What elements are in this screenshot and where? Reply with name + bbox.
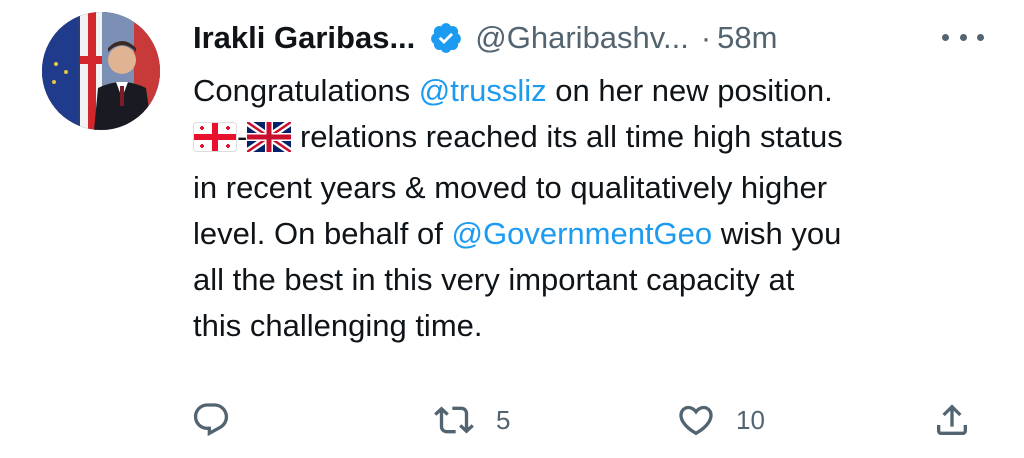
mention-governmentgeo[interactable]: @GovernmentGeo [452, 216, 713, 251]
more-options-icon[interactable] [942, 22, 984, 52]
tweet-actions: 5 10 [0, 395, 1024, 445]
tweet-line-5: all the best in this very important capa… [193, 262, 795, 297]
text-segment: - [237, 119, 248, 154]
mention-trussliz[interactable]: @trussliz [419, 73, 547, 108]
text-segment: on her new position. [546, 73, 833, 108]
tweet-header: Irakli Garibas... @Gharibashv... · 58m [193, 14, 777, 62]
tweet-line-2: - relations reached its all time high st… [193, 114, 993, 165]
separator-dot: · [700, 20, 712, 55]
tweet-timestamp[interactable]: 58m [717, 20, 777, 56]
reply-button[interactable] [191, 395, 231, 445]
reply-icon [193, 403, 229, 437]
author-handle[interactable]: @Gharibashv... [475, 20, 689, 56]
uk-flag-icon [245, 119, 294, 165]
tweet-line-4: level. On behalf of @GovernmentGeo wish … [193, 211, 993, 257]
like-button[interactable]: 10 [676, 395, 765, 445]
verified-badge-icon [429, 21, 463, 55]
tweet-text: Congratulations @trussliz on her new pos… [193, 68, 993, 349]
heart-icon [679, 405, 713, 436]
like-count: 10 [736, 404, 765, 435]
share-icon [937, 404, 967, 435]
text-segment: Congratulations [193, 73, 419, 108]
display-name[interactable]: Irakli Garibas... [193, 20, 415, 56]
tweet-line-1: Congratulations @trussliz on her new pos… [193, 68, 993, 114]
text-segment: level. On behalf of [193, 216, 452, 251]
retweet-button[interactable]: 5 [434, 395, 510, 445]
retweet-icon [434, 406, 474, 434]
share-button[interactable] [932, 395, 972, 445]
text-segment: wish you [712, 216, 842, 251]
profile-photo [42, 12, 160, 130]
retweet-count: 5 [496, 404, 511, 435]
georgia-flag-icon [193, 119, 237, 165]
text-segment: relations reached its all time high stat… [291, 119, 843, 154]
tweet-line-6: this challenging time. [193, 308, 483, 343]
avatar[interactable] [42, 12, 160, 130]
tweet[interactable]: Irakli Garibas... @Gharibashv... · 58m C… [0, 0, 1024, 458]
tweet-line-3: in recent years & moved to qualitatively… [193, 170, 828, 205]
